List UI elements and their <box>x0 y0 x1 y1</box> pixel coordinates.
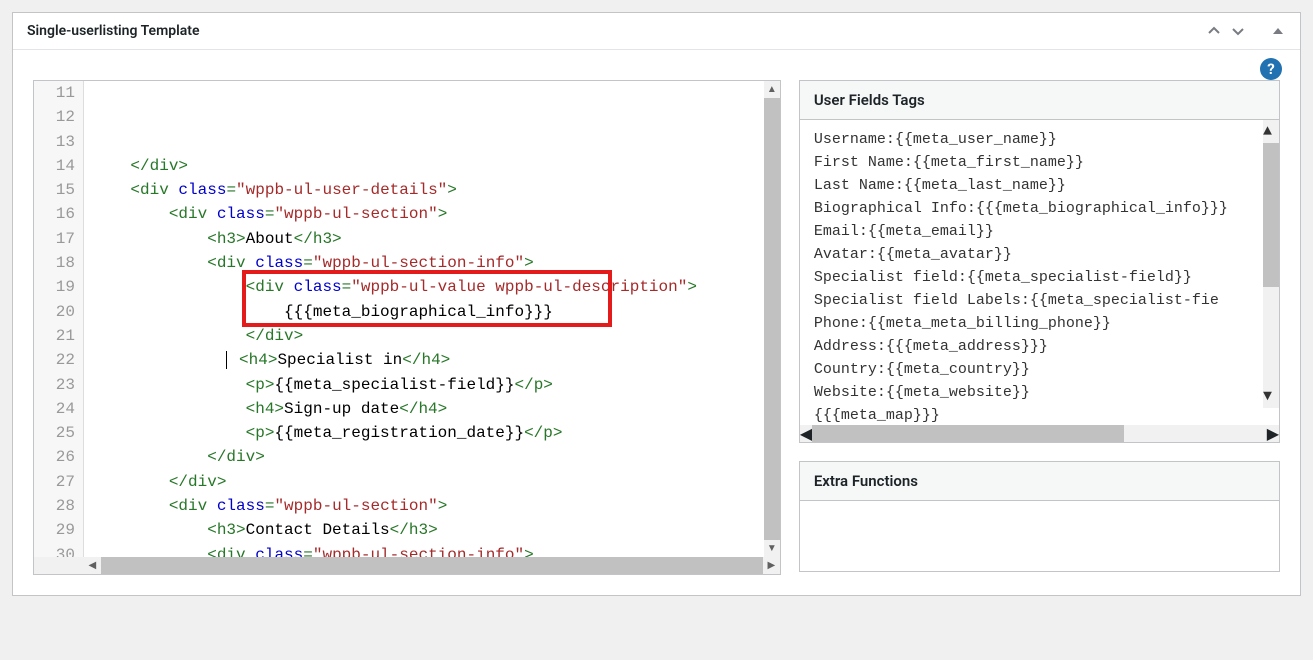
line-number: 25 <box>42 421 75 445</box>
extra-functions-panel: Extra Functions <box>799 461 1280 572</box>
editor-horizontal-scrollbar[interactable]: ◀ ▶ <box>34 557 780 574</box>
scroll-thumb[interactable] <box>812 425 1123 442</box>
code-line[interactable]: <div class="wppb-ul-section-info"> <box>92 251 780 275</box>
field-tag-row[interactable]: Specialist field Labels:{{meta_specialis… <box>814 289 1265 312</box>
code-line[interactable]: <p>{{meta_specialist-field}}</p> <box>92 373 780 397</box>
line-number: 18 <box>42 251 75 275</box>
line-number: 28 <box>42 494 75 518</box>
line-number: 11 <box>42 81 75 105</box>
collapse-toggle-icon[interactable] <box>1270 23 1286 39</box>
line-number: 21 <box>42 324 75 348</box>
line-number: 23 <box>42 373 75 397</box>
scroll-thumb[interactable] <box>764 98 780 540</box>
extra-functions-header: Extra Functions <box>800 462 1279 501</box>
line-number: 22 <box>42 348 75 372</box>
code-line[interactable]: <div class="wppb-ul-user-details"> <box>92 178 780 202</box>
scroll-down-arrow-icon[interactable]: ▼ <box>764 540 780 557</box>
code-line[interactable]: {{{meta_biographical_info}}} <box>92 300 780 324</box>
scroll-thumb[interactable] <box>101 557 763 574</box>
extra-functions-body <box>800 501 1279 571</box>
scroll-right-arrow-icon[interactable]: ▶ <box>763 557 780 574</box>
line-number: 29 <box>42 518 75 542</box>
help-icon[interactable]: ? <box>1260 58 1282 80</box>
code-line[interactable]: </div> <box>92 445 780 469</box>
field-tag-row[interactable]: Email:{{meta_email}} <box>814 220 1265 243</box>
code-line[interactable]: <div class="wppb-ul-section"> <box>92 494 780 518</box>
line-number: 15 <box>42 178 75 202</box>
field-tag-row[interactable]: Biographical Info:{{{meta_biographical_i… <box>814 197 1265 220</box>
tags-vertical-scrollbar[interactable]: ▲ ▼ <box>1263 120 1279 408</box>
panel-controls <box>1206 23 1286 39</box>
line-number: 13 <box>42 130 75 154</box>
move-down-icon[interactable] <box>1230 23 1246 39</box>
sidebar: User Fields Tags Username:{{meta_user_na… <box>799 80 1280 575</box>
field-tag-row[interactable]: First Name:{{meta_first_name}} <box>814 151 1265 174</box>
field-tag-row[interactable]: Last Name:{{meta_last_name}} <box>814 174 1265 197</box>
user-fields-tags-panel: User Fields Tags Username:{{meta_user_na… <box>799 80 1280 443</box>
editor-vertical-scrollbar[interactable]: ▲ ▼ <box>764 81 780 557</box>
line-number: 27 <box>42 470 75 494</box>
scroll-down-arrow-icon[interactable]: ▼ <box>1263 385 1279 408</box>
code-line[interactable]: </div> <box>92 470 780 494</box>
user-fields-tags-body[interactable]: Username:{{meta_user_name}}First Name:{{… <box>800 120 1279 425</box>
scroll-left-arrow-icon[interactable]: ◀ <box>84 557 101 574</box>
field-tag-row[interactable]: Website:{{meta_website}} <box>814 381 1265 404</box>
panel-header: Single-userlisting Template <box>13 13 1300 50</box>
code-line[interactable]: <p>{{meta_registration_date}}</p> <box>92 421 780 445</box>
panel-title: Single-userlisting Template <box>27 23 1206 39</box>
field-tag-row[interactable]: {{{meta_map}}} <box>814 404 1265 425</box>
field-tag-row[interactable]: Address:{{{meta_address}}} <box>814 335 1265 358</box>
line-number: 24 <box>42 397 75 421</box>
code-line[interactable]: </div> <box>92 154 780 178</box>
line-number: 12 <box>42 105 75 129</box>
code-line[interactable]: <h3>Contact Details</h3> <box>92 518 780 542</box>
line-number: 26 <box>42 445 75 469</box>
scroll-right-arrow-icon[interactable]: ▶ <box>1267 424 1279 443</box>
line-number: 16 <box>42 202 75 226</box>
field-tag-row[interactable]: Specialist field:{{meta_specialist-field… <box>814 266 1265 289</box>
field-tag-row[interactable]: Avatar:{{meta_avatar}} <box>814 243 1265 266</box>
line-number: 14 <box>42 154 75 178</box>
code-line[interactable]: <div class="wppb-ul-value wppb-ul-descri… <box>92 275 780 299</box>
move-up-icon[interactable] <box>1206 23 1222 39</box>
tags-horizontal-scrollbar[interactable]: ◀ ▶ <box>800 425 1279 442</box>
code-line[interactable]: <h3>About</h3> <box>92 227 780 251</box>
line-number: 20 <box>42 300 75 324</box>
line-gutter: 1112131415161718192021222324252627282930… <box>34 81 84 557</box>
code-content[interactable]: </div> <div class="wppb-ul-user-details"… <box>84 81 780 557</box>
template-panel: Single-userlisting Template ? 1112131415… <box>12 12 1301 596</box>
scroll-thumb[interactable] <box>1263 143 1279 287</box>
line-number: 17 <box>42 227 75 251</box>
line-number: 19 <box>42 275 75 299</box>
code-line[interactable]: <div class="wppb-ul-section-info"> <box>92 543 780 557</box>
line-number: 30 <box>42 543 75 557</box>
code-line[interactable]: <div class="wppb-ul-section"> <box>92 202 780 226</box>
code-line[interactable]: <h4>Sign-up date</h4> <box>92 397 780 421</box>
field-tag-row[interactable]: Username:{{meta_user_name}} <box>814 128 1265 151</box>
panel-body: ? 11121314151617181920212223242526272829… <box>13 50 1300 595</box>
scroll-up-arrow-icon[interactable]: ▲ <box>764 81 780 98</box>
scroll-left-arrow-icon[interactable]: ◀ <box>800 424 812 443</box>
field-tag-row[interactable]: Phone:{{meta_meta_billing_phone}} <box>814 312 1265 335</box>
code-line[interactable]: <h4>Specialist in</h4> <box>92 348 780 372</box>
code-line[interactable]: </div> <box>92 324 780 348</box>
field-tag-row[interactable]: Country:{{meta_country}} <box>814 358 1265 381</box>
code-editor[interactable]: 1112131415161718192021222324252627282930… <box>33 80 781 575</box>
scroll-up-arrow-icon[interactable]: ▲ <box>1263 120 1279 143</box>
user-fields-tags-header: User Fields Tags <box>800 81 1279 120</box>
